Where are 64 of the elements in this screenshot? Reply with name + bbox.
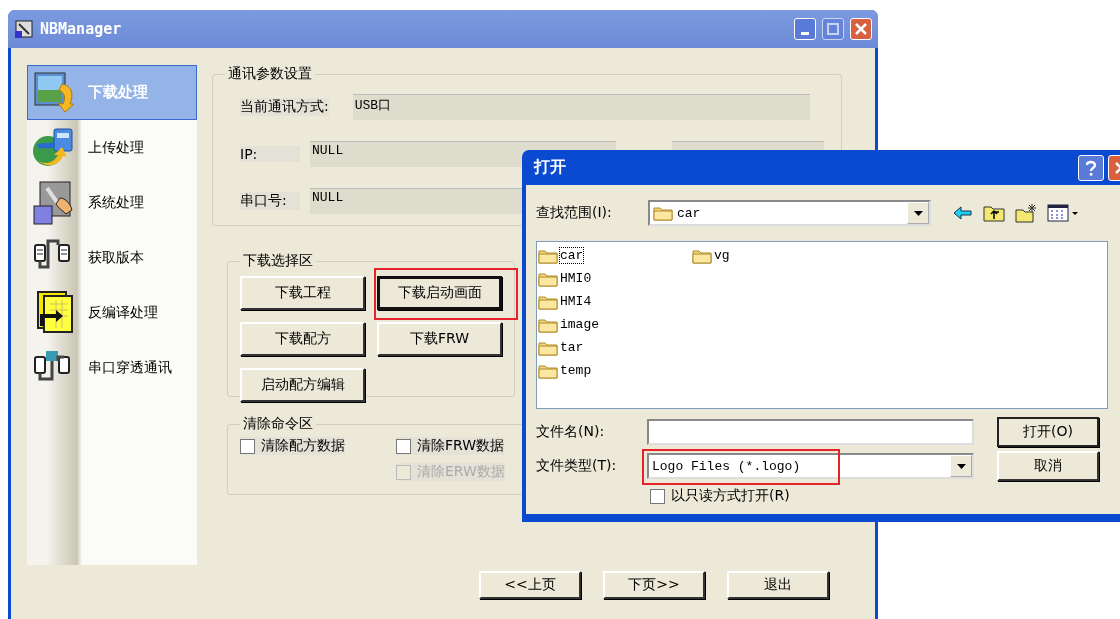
file-name-field[interactable] xyxy=(647,419,974,445)
folder-icon xyxy=(538,316,558,333)
minimize-button[interactable] xyxy=(794,18,816,40)
close-icon xyxy=(855,23,867,35)
folder-icon xyxy=(538,362,558,379)
field-label: 文件类型(T): xyxy=(536,457,618,475)
folder-icon xyxy=(653,205,673,221)
field-label: 串口号: xyxy=(240,191,300,210)
text-field[interactable]: USB口 xyxy=(352,93,810,120)
cancel-button[interactable]: 取消 xyxy=(997,451,1099,481)
folder-icon xyxy=(538,339,558,356)
download-button[interactable]: 启动配方编辑 xyxy=(240,368,365,402)
folder-item[interactable]: car xyxy=(537,244,691,267)
file-type-dropdown[interactable]: Logo Files (*.logo) xyxy=(647,453,974,479)
checkbox[interactable] xyxy=(240,438,255,454)
look-in-dropdown[interactable]: car xyxy=(648,200,931,226)
sidebar-item[interactable]: 串口穿透通讯 xyxy=(27,340,197,395)
maximize-icon xyxy=(827,23,839,35)
help-button[interactable] xyxy=(1078,154,1104,181)
folder-item[interactable]: HMI0 xyxy=(537,267,691,290)
open-button[interactable]: 打开(O) xyxy=(997,417,1099,447)
checkbox-label: 清除FRW数据 xyxy=(417,437,505,455)
folder-icon xyxy=(692,247,712,264)
folder-item[interactable]: vg xyxy=(691,244,845,267)
field-label: 文件名(N): xyxy=(536,423,606,441)
maximize-button[interactable] xyxy=(822,18,844,40)
field-label: 当前通讯方式: xyxy=(240,97,329,116)
nav-button[interactable]: 下页>> xyxy=(603,571,705,599)
folder-icon xyxy=(538,247,558,264)
sidebar-item[interactable]: 获取版本 xyxy=(27,230,197,285)
dropdown-arrow-icon xyxy=(956,463,966,469)
download-button[interactable]: 下载FRW xyxy=(377,322,502,356)
up-folder-icon[interactable] xyxy=(983,204,1005,222)
new-folder-icon[interactable] xyxy=(1015,203,1037,223)
group-title: 下载选择区 xyxy=(242,252,314,270)
dropdown-arrow-icon xyxy=(913,210,923,216)
field-label: IP: xyxy=(240,145,300,162)
folder-item[interactable]: HMI4 xyxy=(537,290,691,313)
nav-button[interactable]: <<上页 xyxy=(479,571,581,599)
checkbox-label: 清除配方数据 xyxy=(261,437,345,455)
folder-item[interactable]: tar xyxy=(537,336,691,359)
nav-button[interactable]: 退出 xyxy=(727,571,829,599)
folder-icon xyxy=(538,270,558,287)
folder-item[interactable]: temp xyxy=(537,359,691,382)
close-button[interactable] xyxy=(850,18,872,40)
checkbox[interactable] xyxy=(650,488,665,504)
download-button[interactable]: 下载配方 xyxy=(240,322,365,356)
folder-icon xyxy=(538,293,558,310)
sidebar-item[interactable]: 反编译处理 xyxy=(27,285,197,340)
sidebar-item[interactable]: 上传处理 xyxy=(27,120,197,175)
download-button[interactable]: 下载工程 xyxy=(240,276,365,310)
back-arrow-icon[interactable] xyxy=(953,206,973,220)
download-button[interactable]: 下载启动画面 xyxy=(377,276,502,310)
app-icon xyxy=(14,19,34,39)
group-title: 通讯参数设置 xyxy=(227,65,313,83)
group-title: 清除命令区 xyxy=(242,415,314,433)
view-menu-icon[interactable] xyxy=(1047,204,1079,222)
checkbox-label: 以只读方式打开(R) xyxy=(671,487,790,505)
sidebar-item[interactable]: 系统处理 xyxy=(27,175,197,230)
checkbox[interactable] xyxy=(396,438,411,454)
window-title: NBManager xyxy=(40,20,123,38)
minimize-icon xyxy=(801,31,809,35)
help-icon xyxy=(1084,159,1098,176)
folder-item[interactable]: image xyxy=(537,313,691,336)
